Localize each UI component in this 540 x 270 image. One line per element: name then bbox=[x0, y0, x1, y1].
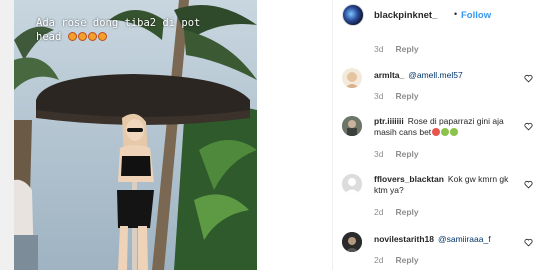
video-caption: Ada rose dong tiba2 di pot head bbox=[36, 16, 226, 44]
default-avatar-icon bbox=[342, 174, 362, 194]
post-username[interactable]: blackpinknet_ bbox=[374, 10, 437, 21]
comment-meta: 3d Reply bbox=[374, 91, 419, 101]
comment-time: 2d bbox=[374, 207, 384, 217]
avatar[interactable] bbox=[342, 116, 362, 136]
comment-username[interactable]: armlta_ bbox=[374, 70, 404, 80]
reply-button[interactable]: Reply bbox=[395, 149, 418, 159]
post-header: blackpinknet_ • Follow bbox=[333, 0, 540, 34]
left-margin bbox=[0, 0, 14, 270]
media-gap bbox=[257, 0, 332, 270]
comment-username[interactable]: novilestarith18 bbox=[374, 234, 434, 244]
comment-body: armlta_ @amell.mel57 bbox=[374, 70, 524, 81]
avatar[interactable] bbox=[342, 232, 362, 252]
comment-mention[interactable]: @samiiraaa_f bbox=[438, 234, 491, 244]
comment-body: ptr.iiiiiii Rose di paparrazi gini aja ma… bbox=[374, 116, 524, 138]
emoji-icon bbox=[67, 32, 77, 41]
comment-time: 2d bbox=[374, 255, 384, 265]
avatar-figure-icon bbox=[342, 232, 362, 252]
heart-outline-icon[interactable] bbox=[524, 238, 533, 247]
follow-button[interactable]: Follow bbox=[461, 10, 491, 21]
reply-button[interactable]: Reply bbox=[395, 44, 418, 54]
comment-time: 3d bbox=[374, 44, 384, 54]
emoji-icon bbox=[97, 32, 107, 41]
comment-body: fflovers_blacktan Kok gw kmrn gk ktm ya? bbox=[374, 174, 524, 196]
post-media-video[interactable]: Ada rose dong tiba2 di pot head bbox=[14, 0, 257, 270]
avatar[interactable] bbox=[342, 174, 362, 194]
comment-mention[interactable]: @amell.mel57 bbox=[408, 70, 462, 80]
avatar[interactable] bbox=[342, 4, 364, 26]
heart-outline-icon[interactable] bbox=[524, 122, 533, 131]
reply-button[interactable]: Reply bbox=[395, 255, 418, 265]
avatar[interactable] bbox=[342, 68, 362, 88]
emoji-icon bbox=[77, 32, 87, 41]
comment-body: novilestarith18 @samiiraaa_f bbox=[374, 234, 524, 245]
emoji-icon bbox=[87, 32, 97, 41]
caption-text: Ada rose dong tiba2 di pot head bbox=[36, 17, 201, 43]
reply-button[interactable]: Reply bbox=[395, 91, 418, 101]
emoji-icon bbox=[450, 128, 459, 136]
comment-meta: 2d Reply bbox=[374, 207, 419, 217]
comment-username[interactable]: fflovers_blacktan bbox=[374, 174, 444, 184]
emoji-icon bbox=[441, 128, 450, 136]
comment-meta: 3d Reply bbox=[374, 149, 419, 159]
caption-emojis bbox=[67, 31, 108, 43]
emoji-icon bbox=[432, 128, 441, 136]
comment-time: 3d bbox=[374, 91, 384, 101]
avatar-figure-icon bbox=[342, 116, 362, 136]
comment-time: 3d bbox=[374, 149, 384, 159]
heart-outline-icon[interactable] bbox=[524, 180, 533, 189]
reply-button[interactable]: Reply bbox=[395, 207, 418, 217]
comment-meta: 3d Reply bbox=[374, 44, 419, 54]
heart-outline-icon[interactable] bbox=[524, 74, 533, 83]
comment-username[interactable]: ptr.iiiiiii bbox=[374, 116, 404, 126]
separator-dot: • bbox=[454, 9, 458, 19]
comment-meta: 2d Reply bbox=[374, 255, 419, 265]
avatar-figure-icon bbox=[345, 72, 359, 88]
comments-panel: blackpinknet_ • Follow 3d Reply armlta_ @a… bbox=[332, 0, 540, 270]
